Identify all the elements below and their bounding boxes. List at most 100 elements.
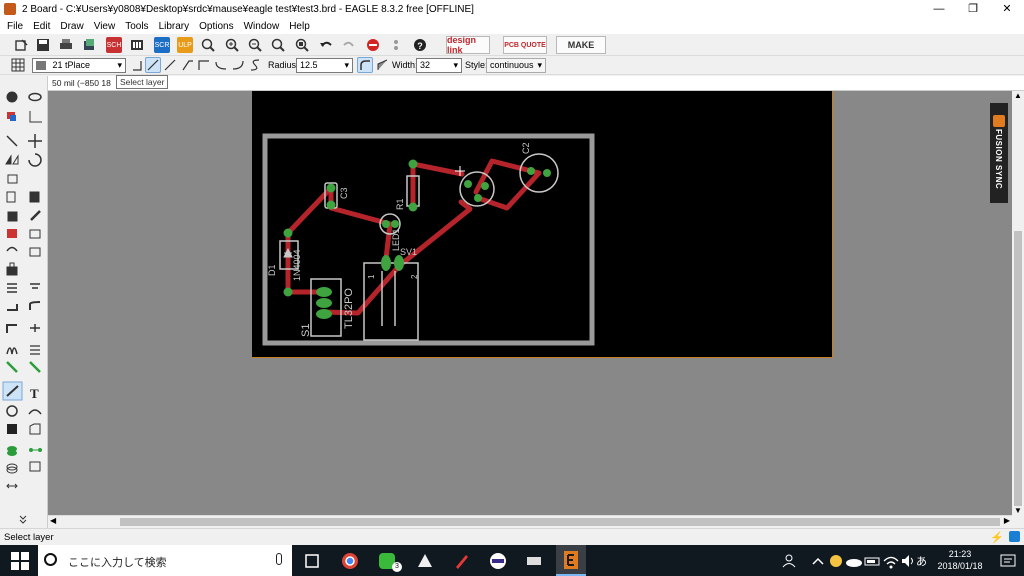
app-icon-pen[interactable]	[452, 551, 472, 571]
make-button[interactable]: MAKE	[556, 36, 606, 54]
scroll-left-icon[interactable]: ◀	[50, 516, 56, 525]
stop-icon[interactable]	[365, 37, 381, 53]
vertical-scroll-thumb[interactable]	[1014, 231, 1022, 506]
people-icon[interactable]	[780, 551, 800, 571]
taskbar-search-box[interactable]: ここに入力して検索	[38, 545, 292, 576]
taskbar-eagle-active[interactable]	[556, 545, 586, 576]
horizontal-scrollbar[interactable]: ◀ ▶	[48, 515, 1012, 528]
chevron-down-icon: ▾	[537, 60, 542, 70]
onedrive-icon[interactable]	[844, 551, 864, 571]
zoom-in-icon[interactable]	[224, 37, 240, 53]
command-line[interactable]	[48, 76, 1024, 91]
bend-style-1-icon[interactable]	[145, 57, 161, 73]
menu-view[interactable]: View	[89, 21, 121, 32]
status-bar: Select layer ⚡	[0, 528, 1024, 545]
app-icon-arrow[interactable]	[415, 551, 435, 571]
close-button[interactable]: ✕	[990, 0, 1024, 18]
label-pin-1: 1	[367, 274, 376, 279]
bend-style-7-icon[interactable]	[247, 57, 263, 73]
menu-edit[interactable]: Edit	[28, 21, 55, 32]
coordinate-readout: 50 mil (−850 18	[52, 78, 111, 88]
svg-text:?: ?	[417, 41, 423, 51]
ulp-run-icon[interactable]: ULP	[177, 37, 193, 53]
undo-icon[interactable]	[318, 37, 334, 53]
ime-indicator[interactable]: あ	[916, 553, 927, 569]
clock-date: 2018/01/18	[937, 561, 983, 571]
left-tool-panel: T	[0, 76, 48, 530]
zoom-select-icon[interactable]	[294, 37, 310, 53]
open-icon[interactable]	[14, 37, 30, 53]
app-icon-circle[interactable]	[488, 551, 508, 571]
main-toolbar: SCH SCR ULP ? design link PCB QUOTE MAKE	[0, 34, 1024, 56]
chrome-icon[interactable]	[340, 551, 360, 571]
print-icon[interactable]	[58, 37, 74, 53]
menu-help[interactable]: Help	[284, 21, 315, 32]
radius-input[interactable]: 12.5 ▾	[296, 58, 353, 73]
system-clock[interactable]: 21:23 2018/01/18	[930, 548, 990, 572]
layer-select[interactable]: 21 tPlace ▾	[32, 58, 126, 73]
width-value: 32	[420, 60, 431, 70]
app-icon-chip[interactable]	[524, 551, 544, 571]
fusion-sync-panel[interactable]: FUSION SYNC	[990, 103, 1008, 203]
label-s1: S1	[300, 324, 312, 337]
style-select[interactable]: continuous ▾	[486, 58, 546, 73]
menu-bar: File Edit Draw View Tools Library Option…	[0, 18, 1024, 34]
microphone-icon[interactable]	[276, 553, 282, 565]
bend-style-4-icon[interactable]	[196, 57, 212, 73]
zoom-fit-icon[interactable]	[200, 37, 216, 53]
windows-start-icon[interactable]	[10, 551, 30, 571]
vertical-scrollbar[interactable]: ▲ ▼	[1012, 91, 1024, 515]
pcb-quote-button[interactable]: PCB QUOTE	[503, 36, 547, 54]
search-icon	[44, 553, 57, 566]
save-icon[interactable]	[35, 37, 51, 53]
help-icon[interactable]: ?	[412, 37, 428, 53]
ulp-icon[interactable]	[129, 37, 145, 53]
menu-tools[interactable]: Tools	[120, 21, 153, 32]
chevron-down-icon: ▾	[453, 60, 458, 70]
menu-window[interactable]: Window	[239, 21, 285, 32]
menu-options[interactable]: Options	[194, 21, 238, 32]
chevron-down-icon: ▾	[117, 60, 122, 70]
scroll-down-icon[interactable]: ▼	[1014, 506, 1022, 515]
line-notification-badge: 3	[392, 562, 402, 572]
tool-icons: T	[2, 91, 42, 524]
bend-style-5-icon[interactable]	[213, 57, 229, 73]
cam-icon[interactable]	[81, 37, 97, 53]
radius-label: Radius:	[268, 60, 299, 70]
bend-style-2-icon[interactable]	[162, 57, 178, 73]
scroll-right-icon[interactable]: ▶	[1004, 516, 1010, 525]
battery-icon[interactable]	[863, 551, 883, 571]
layer-color-swatch	[36, 61, 46, 71]
go-icon[interactable]	[388, 37, 404, 53]
tray-app-icon[interactable]	[826, 551, 846, 571]
action-center-icon[interactable]	[998, 551, 1018, 571]
scr-icon[interactable]: SCR	[154, 37, 170, 53]
chevron-up-icon[interactable]	[808, 551, 828, 571]
width-input[interactable]: 32 ▾	[416, 58, 462, 73]
task-view-icon[interactable]	[302, 551, 322, 571]
design-link-button[interactable]: design link	[446, 35, 490, 55]
bend-style-0-icon[interactable]	[130, 57, 146, 73]
redo-icon[interactable]	[341, 37, 357, 53]
tooltip: Select layer	[116, 75, 169, 89]
grid-icon[interactable]	[10, 57, 26, 73]
zoom-out-icon[interactable]	[247, 37, 263, 53]
status-info-icon	[1009, 531, 1020, 542]
bend-style-6-icon[interactable]	[230, 57, 246, 73]
zoom-redraw-icon[interactable]	[270, 37, 286, 53]
menu-file[interactable]: File	[2, 21, 28, 32]
menu-library[interactable]: Library	[154, 21, 195, 32]
schematic-icon[interactable]: SCH	[106, 37, 122, 53]
scroll-up-icon[interactable]: ▲	[1014, 91, 1022, 100]
round-corner-icon[interactable]	[357, 57, 373, 73]
minimize-button[interactable]: —	[922, 0, 956, 18]
menu-draw[interactable]: Draw	[55, 21, 88, 32]
horizontal-scroll-thumb[interactable]	[120, 518, 1000, 526]
miter-corner-icon[interactable]	[374, 57, 390, 73]
title-bar: 2 Board - C:¥Users¥y0808¥Desktop¥srdc¥ma…	[0, 0, 1024, 18]
bend-style-3-icon[interactable]	[180, 57, 196, 73]
wifi-icon[interactable]	[881, 551, 901, 571]
label-d1-part: 1N4004	[292, 249, 302, 281]
pcb-board[interactable]: C2 C3 R1 LED1 SV1 D1 1N4004 S1 TL32PO 1 …	[252, 91, 833, 358]
maximize-button[interactable]: ❐	[956, 0, 990, 18]
